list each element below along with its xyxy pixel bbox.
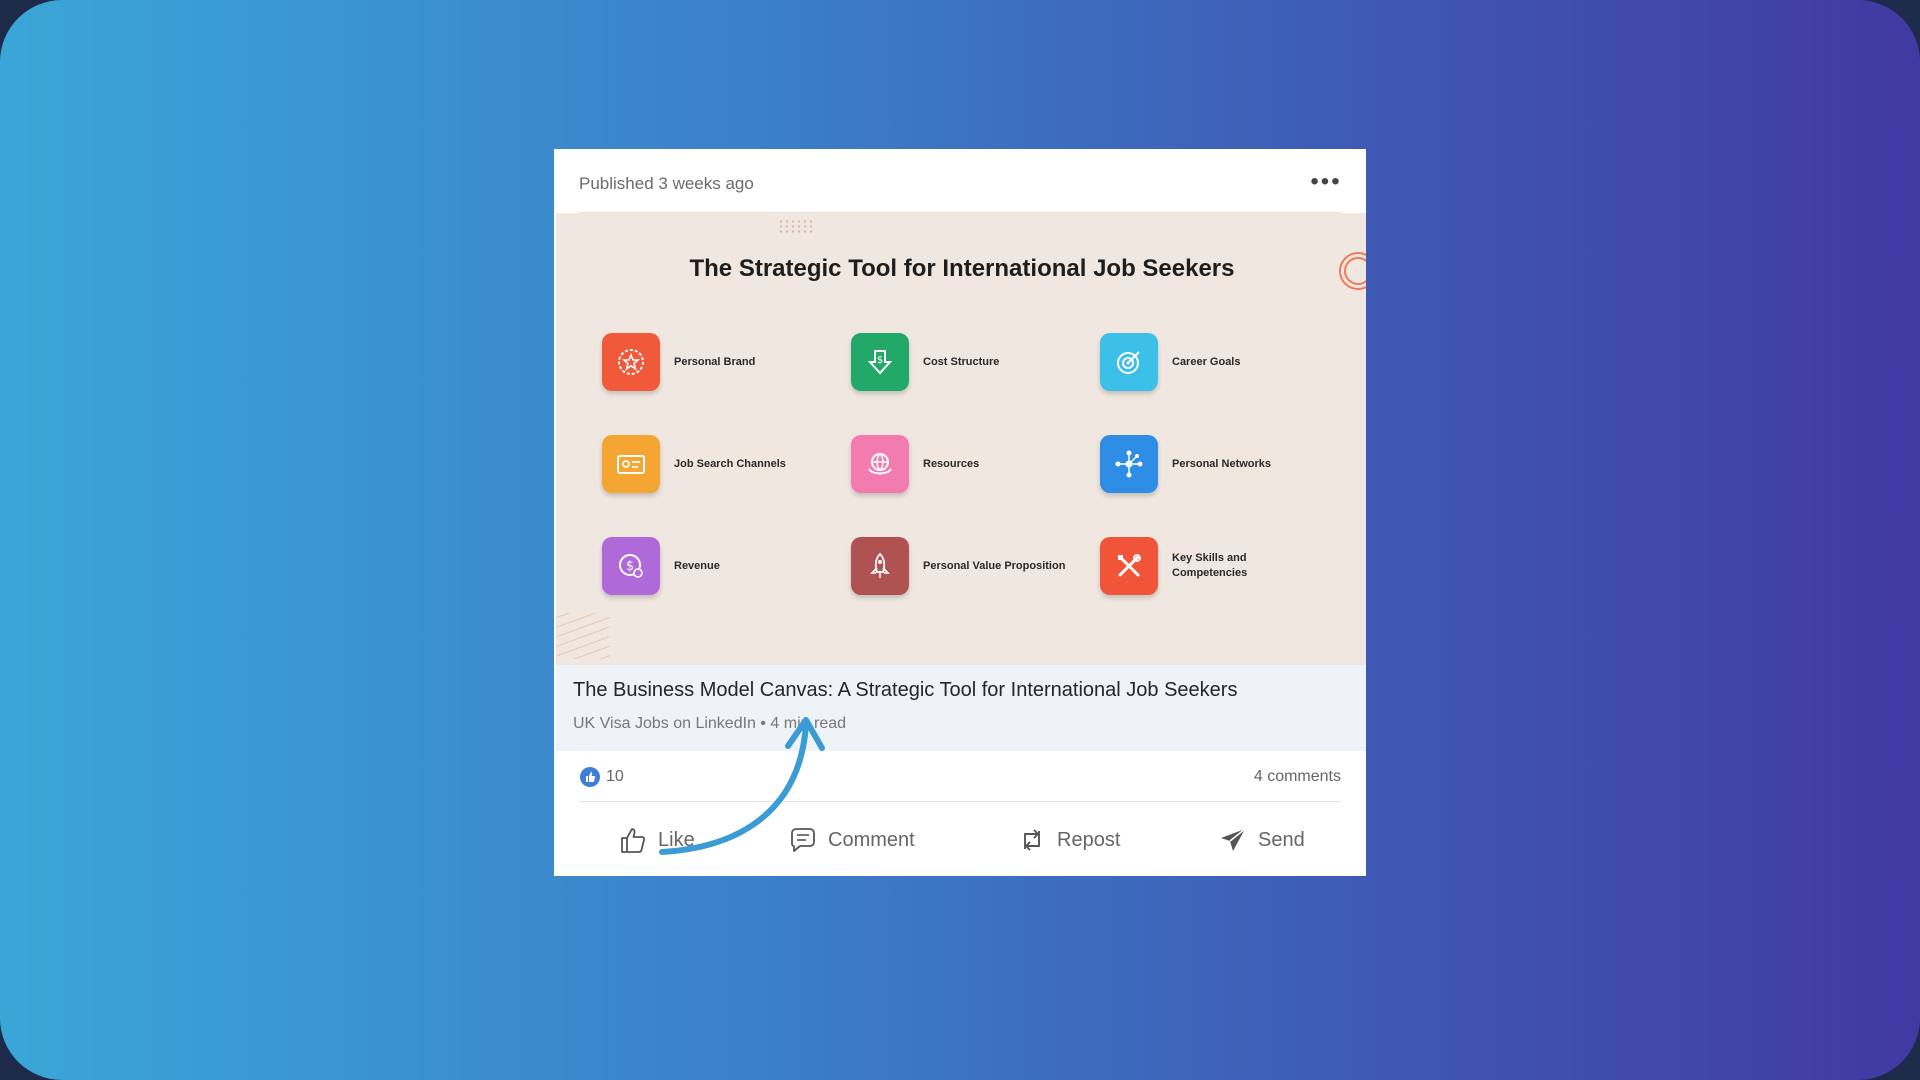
send-label: Send — [1258, 828, 1305, 851]
globe-hands-icon — [851, 435, 909, 493]
article-meta: UK Visa Jobs on LinkedIn • 4 min read — [573, 715, 847, 732]
star-badge-icon — [602, 333, 660, 391]
tile-label: Job Search Channels — [674, 457, 786, 470]
tile-resources: Resources — [851, 435, 1091, 495]
repost-button[interactable]: Repost — [1017, 818, 1120, 862]
published-time: Published 3 weeks ago — [579, 174, 754, 193]
comment-icon — [791, 828, 815, 852]
action-bar: Like Comment Repost Send — [554, 804, 1366, 876]
tile-job-search-channels: Job Search Channels — [602, 435, 842, 495]
dots-decoration — [778, 219, 814, 233]
tile-revenue: $ Revenue — [602, 537, 842, 597]
tile-personal-networks: Personal Networks — [1100, 435, 1340, 495]
svg-text:$: $ — [626, 559, 634, 574]
id-card-icon — [602, 435, 660, 493]
tile-key-skills: Key Skills and Competencies — [1100, 537, 1340, 597]
tile-personal-brand: Personal Brand — [602, 333, 842, 393]
send-button[interactable]: Send — [1218, 818, 1305, 862]
linkedin-post-card: Published 3 weeks ago ••• The Strategic … — [554, 149, 1366, 876]
social-counts: 10 4 comments — [554, 751, 1366, 801]
tools-icon — [1100, 537, 1158, 595]
tile-label: Personal Networks — [1172, 457, 1272, 470]
thumbs-up-icon — [621, 828, 646, 853]
dollar-coin-icon: $ — [602, 537, 660, 595]
tile-label: Cost Structure — [923, 355, 1000, 368]
tile-cost-structure: $ Cost Structure — [851, 333, 1091, 393]
network-icon — [1100, 435, 1158, 493]
wave-decoration — [556, 613, 610, 659]
post-header: Published 3 weeks ago ••• — [554, 149, 1366, 213]
like-count[interactable]: 10 — [606, 768, 624, 786]
svg-text:$: $ — [877, 355, 883, 366]
repost-icon — [1024, 829, 1040, 851]
tile-label: Key Skills and Competencies — [1172, 552, 1248, 579]
tile-label: Resources — [923, 457, 980, 470]
tile-personal-value-proposition: Personal Value Proposition — [851, 537, 1091, 597]
target-icon — [1100, 333, 1158, 391]
comment-button[interactable]: Comment — [788, 818, 915, 862]
tile-career-goals: Career Goals — [1100, 333, 1340, 393]
comments-count[interactable]: 4 comments — [1254, 768, 1341, 786]
send-icon — [1221, 828, 1246, 851]
article-title[interactable]: The Business Model Canvas: A Strategic T… — [573, 679, 1237, 702]
tile-label: Career Goals — [1172, 355, 1241, 368]
rocket-icon — [851, 537, 909, 595]
tile-label: Personal Value Proposition — [923, 559, 1066, 572]
background-gradient: Published 3 weeks ago ••• The Strategic … — [0, 0, 1920, 1080]
more-options-icon[interactable]: ••• — [1304, 167, 1348, 197]
repost-label: Repost — [1057, 828, 1121, 851]
dollar-down-arrow-icon: $ — [851, 333, 909, 391]
divider — [579, 801, 1341, 802]
tile-label: Revenue — [674, 559, 720, 572]
tile-label: Personal Brand — [674, 355, 756, 368]
article-caption[interactable]: The Business Model Canvas: A Strategic T… — [556, 665, 1366, 751]
image-title: The Strategic Tool for International Job… — [689, 255, 1235, 282]
article-cover-image[interactable]: The Strategic Tool for International Job… — [556, 213, 1366, 665]
comment-label: Comment — [828, 828, 915, 851]
like-reaction-icon — [580, 767, 600, 787]
like-label: Like — [658, 828, 695, 851]
like-button[interactable]: Like — [618, 818, 695, 862]
